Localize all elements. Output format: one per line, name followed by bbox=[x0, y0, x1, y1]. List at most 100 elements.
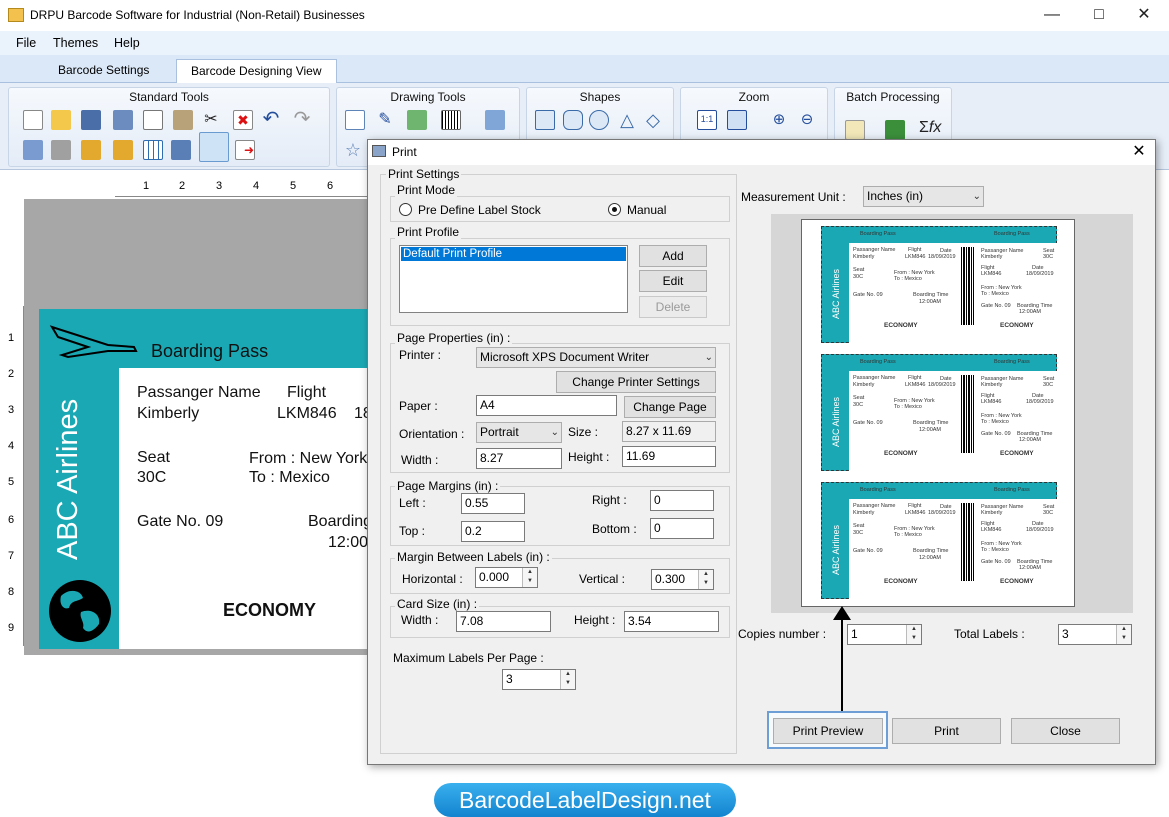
dialog-title: Print bbox=[392, 145, 417, 159]
seat-label: Seat bbox=[137, 449, 170, 466]
vertical-spinner[interactable]: ▲ ▼ bbox=[698, 570, 713, 589]
flight-label: Flight bbox=[287, 384, 327, 401]
preview-label: Boarding Pass Boarding Pass ABC Airlines… bbox=[821, 482, 1058, 600]
measurement-select[interactable]: Inches (in) ⌄ bbox=[863, 186, 984, 207]
copies-spinner[interactable]: ▲ ▼ bbox=[906, 625, 921, 644]
right-input[interactable]: 0 bbox=[650, 490, 714, 511]
zoom-out-icon[interactable]: ⊖ bbox=[797, 110, 817, 130]
tab-barcode-settings[interactable]: Barcode Settings bbox=[44, 59, 163, 83]
undo-icon[interactable]: ↶ bbox=[261, 109, 281, 130]
width-label: Width : bbox=[401, 453, 439, 467]
paper-input[interactable]: A4 bbox=[476, 395, 617, 416]
bring-front-icon[interactable] bbox=[23, 140, 43, 160]
redo-icon[interactable]: ↷ bbox=[292, 109, 312, 130]
left-input[interactable]: 0.55 bbox=[461, 493, 525, 514]
airplane-icon bbox=[49, 325, 138, 359]
bottom-input[interactable]: 0 bbox=[650, 518, 714, 539]
from-value: From : New York bbox=[249, 450, 368, 467]
print-button[interactable]: Print bbox=[892, 718, 1001, 744]
batch-edit-icon[interactable] bbox=[845, 120, 865, 140]
save-icon[interactable] bbox=[81, 110, 101, 130]
height-input[interactable]: 11.69 bbox=[622, 446, 716, 467]
card-height-input[interactable]: 3.54 bbox=[624, 611, 719, 632]
image-library-icon[interactable] bbox=[485, 110, 505, 130]
boarding-label: Boarding bbox=[308, 513, 373, 530]
paste-icon[interactable] bbox=[173, 110, 193, 130]
printer-select[interactable]: Microsoft XPS Document Writer ⌄ bbox=[476, 347, 716, 368]
close-window-icon[interactable]: ✕ bbox=[1124, 4, 1164, 26]
height-label: Height : bbox=[568, 450, 610, 464]
triangle-icon[interactable]: △ bbox=[617, 110, 637, 130]
group-title: Drawing Tools bbox=[390, 90, 466, 104]
left-label: Left : bbox=[399, 496, 426, 510]
change-page-button[interactable]: Change Page bbox=[624, 396, 716, 418]
zoom-in-icon[interactable]: ⊕ bbox=[769, 110, 789, 130]
total-labels-spinner[interactable]: ▲ ▼ bbox=[1116, 625, 1131, 644]
tab-bar: Barcode Settings Barcode Designing View bbox=[0, 55, 1169, 83]
card-width-input[interactable]: 7.08 bbox=[456, 611, 551, 632]
text-icon[interactable] bbox=[345, 110, 365, 130]
horizontal-input[interactable]: 0.000 ▲ ▼ bbox=[475, 567, 538, 588]
print-preview-button[interactable]: Print Preview bbox=[773, 718, 883, 744]
change-printer-button[interactable]: Change Printer Settings bbox=[556, 371, 716, 393]
radio-predefined-label[interactable]: Pre Define Label Stock bbox=[418, 203, 541, 217]
new-icon[interactable] bbox=[23, 110, 43, 130]
menu-themes[interactable]: Themes bbox=[53, 36, 98, 50]
fit-page-icon[interactable] bbox=[727, 110, 747, 130]
profile-item[interactable]: Default Print Profile bbox=[401, 247, 626, 261]
profile-list[interactable]: Default Print Profile bbox=[399, 245, 628, 313]
minimize-icon[interactable]: — bbox=[1032, 4, 1072, 26]
picture-icon[interactable] bbox=[407, 110, 427, 130]
open-icon[interactable] bbox=[51, 110, 71, 130]
add-button[interactable]: Add bbox=[639, 245, 707, 267]
pen-icon[interactable]: ✎ bbox=[375, 110, 395, 130]
copies-input[interactable]: 1 ▲ ▼ bbox=[847, 624, 922, 645]
print-icon[interactable] bbox=[199, 132, 229, 162]
menu-file[interactable]: File bbox=[16, 36, 36, 50]
max-labels-spinner[interactable]: ▲ ▼ bbox=[560, 670, 575, 689]
delete-button[interactable]: Delete bbox=[639, 296, 707, 318]
rectangle-icon[interactable] bbox=[535, 110, 555, 130]
title-bar: DRPU Barcode Software for Industrial (No… bbox=[0, 0, 1169, 31]
radio-manual[interactable] bbox=[608, 203, 621, 216]
to-value: To : Mexico bbox=[249, 469, 330, 486]
total-labels-input[interactable]: 3 ▲ ▼ bbox=[1058, 624, 1132, 645]
delete-icon[interactable]: ✖ bbox=[233, 110, 253, 130]
group-standard-tools: Standard Tools ✂ ✖ ↶ ↷ ➜ bbox=[8, 87, 330, 167]
horizontal-spinner[interactable]: ▲ ▼ bbox=[522, 568, 537, 587]
menu-help[interactable]: Help bbox=[114, 36, 140, 50]
export-icon[interactable]: ➜ bbox=[235, 140, 255, 160]
print-setup-icon[interactable] bbox=[171, 140, 191, 160]
actual-size-icon[interactable]: 1:1 bbox=[697, 110, 717, 130]
dialog-close-icon[interactable]: ✕ bbox=[1128, 142, 1150, 162]
diamond-icon[interactable]: ◇ bbox=[643, 110, 663, 130]
radio-manual-label[interactable]: Manual bbox=[627, 203, 666, 217]
edit-button[interactable]: Edit bbox=[639, 270, 707, 292]
orientation-select[interactable]: Portrait ⌄ bbox=[476, 422, 562, 443]
unlock-icon[interactable] bbox=[113, 140, 133, 160]
maximize-icon[interactable]: □ bbox=[1079, 4, 1119, 26]
save-as-icon[interactable] bbox=[113, 110, 133, 130]
vertical-ruler: 1 2 3 4 5 6 7 8 9 bbox=[4, 306, 24, 646]
top-input[interactable]: 0.2 bbox=[461, 521, 525, 542]
max-labels-input[interactable]: 3 ▲ ▼ bbox=[502, 669, 576, 690]
width-input[interactable]: 8.27 bbox=[476, 448, 562, 469]
vertical-label: Vertical : bbox=[579, 572, 626, 586]
grid-icon[interactable] bbox=[143, 140, 163, 160]
barcode-icon[interactable] bbox=[441, 110, 461, 130]
ellipse-icon[interactable] bbox=[589, 110, 609, 130]
vertical-input[interactable]: 0.300 ▲ ▼ bbox=[651, 569, 714, 590]
rounded-rectangle-icon[interactable] bbox=[563, 110, 583, 130]
card-height-label: Height : bbox=[574, 613, 616, 627]
cut-icon[interactable]: ✂ bbox=[201, 110, 221, 130]
lock-icon[interactable] bbox=[81, 140, 101, 160]
batch-excel-icon[interactable] bbox=[885, 120, 905, 140]
close-button[interactable]: Close bbox=[1011, 718, 1120, 744]
radio-predefined[interactable] bbox=[399, 203, 412, 216]
star-icon[interactable]: ☆ bbox=[343, 140, 363, 160]
copy-icon[interactable] bbox=[143, 110, 163, 130]
send-back-icon[interactable] bbox=[51, 140, 71, 160]
horizontal-label: Horizontal : bbox=[402, 572, 463, 586]
formula-icon[interactable]: Σfx bbox=[919, 118, 947, 138]
tab-barcode-designing-view[interactable]: Barcode Designing View bbox=[176, 59, 337, 83]
